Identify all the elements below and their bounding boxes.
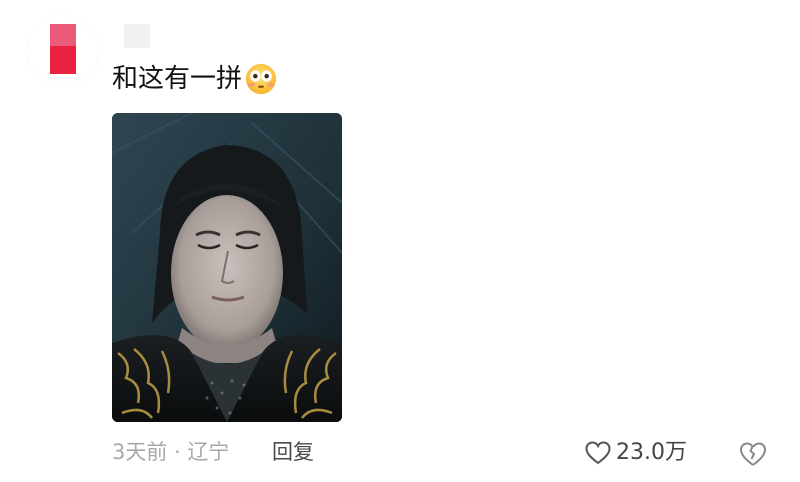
comment-text: 和这有一拼 [112,64,243,94]
like-count: 23.0万 [616,440,687,465]
reply-button[interactable]: 回复 [272,436,314,468]
username-placeholder[interactable] [124,24,150,48]
avatar-block-top [50,24,76,46]
comment-text-row: 和这有一拼 [112,60,278,98]
comment-item: 和这有一拼 3天前 · 辽宁 回复 23.0万 [0,0,800,482]
dislike-button[interactable] [738,439,768,469]
like-button[interactable]: 23.0万 [584,437,687,469]
heart-icon [585,441,611,465]
flushed-face-emoji-icon [245,63,277,95]
portrait-image [112,113,342,422]
broken-heart-icon [740,442,766,466]
comment-time-location: 3天前 · 辽宁 [112,440,230,464]
avatar[interactable] [28,16,98,86]
comment-photo[interactable] [112,113,342,422]
avatar-block-bottom [50,46,76,74]
